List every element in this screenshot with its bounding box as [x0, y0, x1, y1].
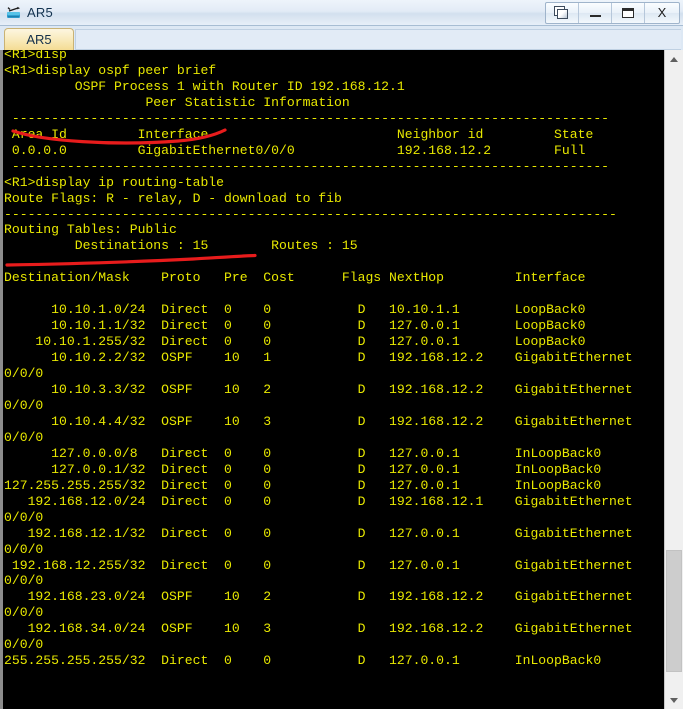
tab-label: AR5	[26, 32, 52, 47]
terminal-pane[interactable]: <R1>disp <R1>display ospf peer brief OSP…	[0, 50, 683, 709]
close-button[interactable]: X	[645, 3, 679, 23]
close-icon: X	[657, 5, 667, 20]
vertical-scrollbar[interactable]	[664, 50, 683, 709]
restore-button[interactable]	[546, 2, 579, 23]
scrollbar-track[interactable]	[665, 68, 683, 691]
minimize-button[interactable]	[579, 2, 612, 23]
tab-strip: AR5	[0, 26, 683, 50]
title-bar: AR5 X	[0, 0, 683, 26]
maximize-button[interactable]	[612, 2, 645, 23]
window-controls: X	[545, 1, 680, 24]
router-icon	[5, 4, 23, 22]
terminal-output: <R1>disp <R1>display ospf peer brief OSP…	[4, 50, 633, 669]
terminal-window: AR5 X AR5 <R1>disp <R1>display ospf peer…	[0, 0, 683, 709]
tab-strip-empty-area	[75, 29, 681, 50]
maximize-icon	[622, 7, 634, 18]
chevron-down-icon	[670, 697, 678, 703]
restore-icon	[554, 5, 570, 20]
tab-ar5[interactable]: AR5	[4, 28, 74, 50]
scrollbar-up-button[interactable]	[665, 50, 683, 68]
scrollbar-thumb[interactable]	[666, 550, 682, 672]
minimize-icon	[589, 15, 601, 17]
window-title: AR5	[27, 5, 53, 20]
scrollbar-down-button[interactable]	[665, 691, 683, 709]
chevron-up-icon	[670, 56, 678, 62]
terminal-screen[interactable]: <R1>disp <R1>display ospf peer brief OSP…	[3, 50, 667, 709]
